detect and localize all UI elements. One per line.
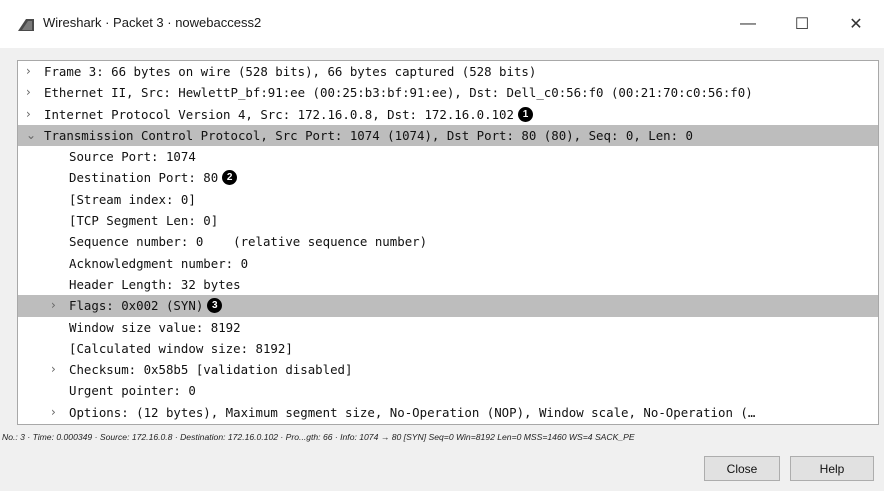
tree-row[interactable]: › Frame 3: 66 bytes on wire (528 bits), 6… — [18, 61, 878, 82]
callout-badge: 2 — [222, 170, 238, 186]
expand-arrow-icon[interactable]: › — [51, 295, 56, 316]
tree-row-text: Destination Port: 80 2 — [69, 167, 238, 188]
expand-arrow-icon[interactable]: › — [51, 359, 56, 380]
tree-row-text: Frame 3: 66 bytes on wire (528 bits), 66… — [44, 61, 536, 82]
tree-row-text: Source Port: 1074 — [69, 146, 196, 167]
tree-row[interactable]: › Flags: 0x002 (SYN) 3 — [18, 295, 878, 317]
tree-row-label: Checksum: 0x58b5 [validation disabled] — [69, 362, 353, 378]
expand-arrow-icon[interactable]: › — [26, 104, 31, 125]
wireshark-fin-icon — [18, 19, 34, 31]
tree-row-text: Internet Protocol Version 4, Src: 172.16… — [44, 104, 533, 125]
tree-row[interactable]: [Stream index: 0] — [18, 189, 878, 210]
tree-row-text: Flags: 0x002 (SYN) 3 — [69, 295, 223, 316]
tree-row-text: Header Length: 32 bytes — [69, 274, 241, 295]
tree-row-label: Window size value: 8192 — [69, 319, 241, 335]
tree-row-label: Options: (12 bytes), Maximum segment siz… — [69, 404, 756, 420]
title-bar: Wireshark · Packet 3 · nowebaccess2 — ☐ … — [0, 0, 884, 48]
tree-row[interactable]: Window size value: 8192 — [18, 317, 878, 338]
collapse-arrow-icon[interactable]: ⌄ — [26, 125, 36, 146]
tree-row[interactable]: › Checksum: 0x58b5 [validation disabled] — [18, 359, 878, 380]
tree-row-label: Flags: 0x002 (SYN) — [69, 298, 204, 314]
close-window-button[interactable]: ✕ — [830, 0, 882, 48]
close-icon: ✕ — [849, 16, 863, 33]
tree-row[interactable]: Header Length: 32 bytes — [18, 274, 878, 295]
expand-arrow-icon[interactable]: › — [26, 61, 31, 82]
tree-row-label: [TCP Segment Len: 0] — [69, 213, 219, 229]
tree-row-label: Source Port: 1074 — [69, 149, 196, 165]
tree-row-label: [Stream index: 0] — [69, 191, 196, 207]
tree-row-label: Internet Protocol Version 4, Src: 172.16… — [44, 106, 514, 122]
expand-arrow-icon[interactable]: › — [26, 82, 31, 103]
tree-row[interactable]: ⌄ Transmission Control Protocol, Src Port… — [18, 124, 878, 147]
tree-row-text: [TCP Segment Len: 0] — [69, 210, 218, 231]
tree-row-label: Destination Port: 80 — [69, 170, 219, 186]
tree-row[interactable]: [Calculated window size: 8192] — [18, 338, 878, 359]
minimize-icon: — — [740, 15, 756, 32]
tree-row-text: [Calculated window size: 8192] — [69, 338, 293, 359]
tree-row[interactable]: › Internet Protocol Version 4, Src: 172.1… — [18, 104, 878, 125]
tree-row-text: [Stream index: 0] — [69, 189, 196, 210]
window-title: Wireshark · Packet 3 · nowebaccess2 — [43, 15, 262, 30]
tree-row-label: [Calculated window size: 8192] — [69, 340, 293, 356]
tree-row-label: Acknowledgment number: 0 — [69, 255, 249, 271]
tree-row-text: Checksum: 0x58b5 [validation disabled] — [69, 359, 352, 380]
tree-row-text: Urgent pointer: 0 — [69, 380, 196, 401]
minimize-button[interactable]: — — [722, 0, 774, 48]
tree-row-text: Transmission Control Protocol, Src Port:… — [44, 125, 693, 146]
help-button[interactable]: Help — [790, 456, 874, 481]
tree-row-label: Sequence number: 0 (relative sequence nu… — [69, 234, 428, 250]
tree-row-text: Options: (12 bytes), Maximum segment siz… — [69, 402, 755, 423]
tree-row[interactable]: Acknowledgment number: 0 — [18, 253, 878, 274]
tree-row[interactable]: [TCP Segment Len: 0] — [18, 210, 878, 231]
maximize-button[interactable]: ☐ — [776, 0, 828, 48]
tree-row[interactable]: › Options: (12 bytes), Maximum segment si… — [18, 402, 878, 423]
maximize-icon: ☐ — [794, 16, 810, 33]
packet-summary-status: No.: 3 · Time: 0.000349 · Source: 172.16… — [2, 432, 635, 442]
tree-row[interactable]: Source Port: 1074 — [18, 146, 878, 167]
callout-badge: 1 — [517, 106, 533, 122]
tree-row-text: Acknowledgment number: 0 — [69, 253, 248, 274]
tree-row-label: Transmission Control Protocol, Src Port:… — [44, 127, 694, 143]
tree-row-text: Ethernet II, Src: HewlettP_bf:91:ee (00:… — [44, 82, 753, 103]
tree-row[interactable]: Urgent pointer: 0 — [18, 380, 878, 401]
tree-row[interactable]: › Ethernet II, Src: HewlettP_bf:91:ee (00… — [18, 82, 878, 103]
tree-row-label: Ethernet II, Src: HewlettP_bf:91:ee (00:… — [44, 85, 753, 101]
packet-details-tree[interactable]: › Frame 3: 66 bytes on wire (528 bits), 6… — [17, 60, 879, 425]
tree-row-text: Window size value: 8192 — [69, 317, 241, 338]
tree-row[interactable]: Destination Port: 80 2 — [18, 167, 878, 188]
tree-row-label: Frame 3: 66 bytes on wire (528 bits), 66… — [44, 64, 537, 79]
tree-row-text: Sequence number: 0 (relative sequence nu… — [69, 231, 427, 252]
tree-row-label: Header Length: 32 bytes — [69, 276, 241, 292]
tree-row-label: Urgent pointer: 0 — [69, 383, 196, 399]
callout-badge: 3 — [207, 298, 223, 314]
tree-row[interactable]: Sequence number: 0 (relative sequence nu… — [18, 231, 878, 252]
close-button[interactable]: Close — [704, 456, 780, 481]
expand-arrow-icon[interactable]: › — [51, 402, 56, 423]
